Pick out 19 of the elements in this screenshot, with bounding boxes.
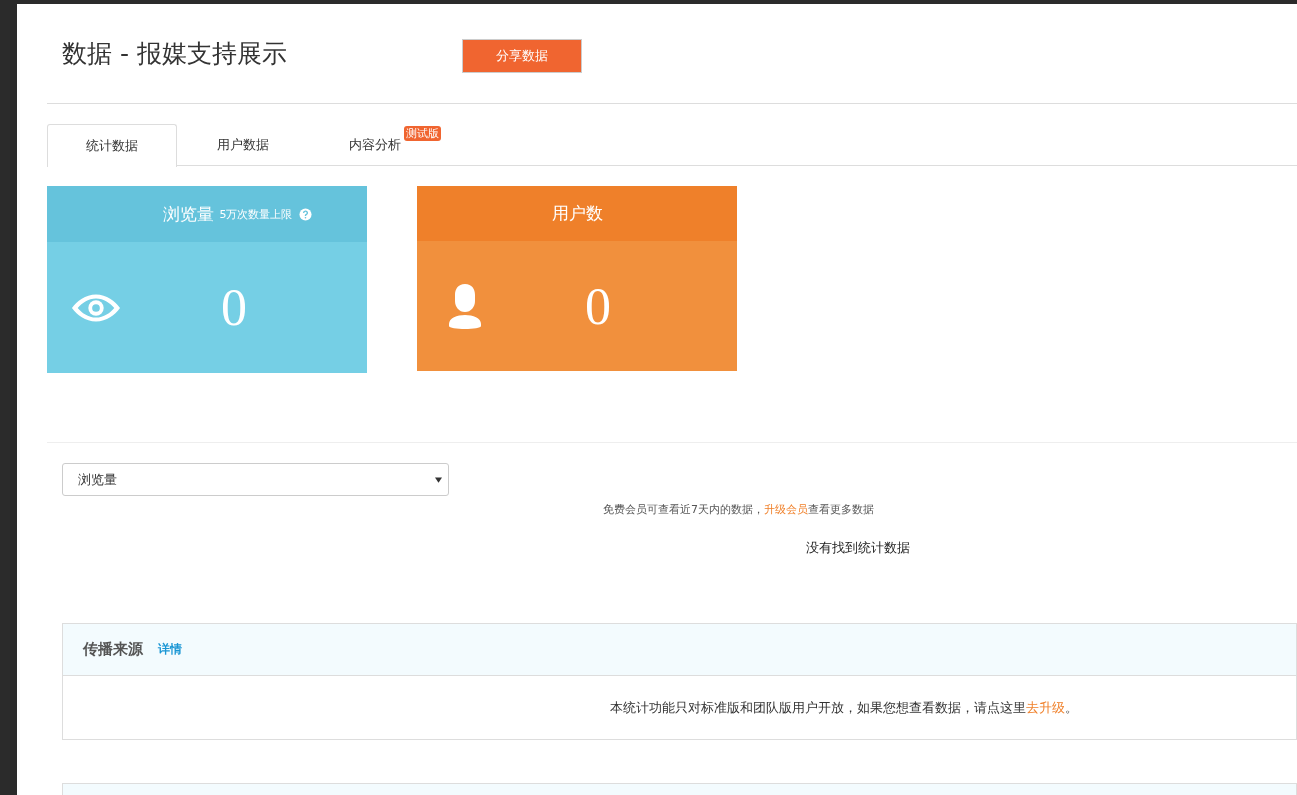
caret-icon xyxy=(435,476,442,483)
limit-note: 5万次数量上限 xyxy=(219,206,293,222)
stat-value: 0 xyxy=(221,278,247,337)
stat-value: 0 xyxy=(585,276,611,336)
tab[interactable]: 用户数据 xyxy=(177,124,309,165)
panel-title: 传播来源 xyxy=(83,640,143,659)
beta-badge: 测试版 xyxy=(404,126,441,141)
tab[interactable]: 内容分析 测试版 xyxy=(309,124,441,165)
eye-icon xyxy=(71,292,121,323)
help-icon[interactable] xyxy=(298,207,312,221)
page-title: 数据 - 报媒支持展示 xyxy=(62,38,288,70)
upgrade-notice: 免费会员可查看近7天内的数据，升级会员查看更多数据 xyxy=(603,502,875,517)
card-title: 浏览量 xyxy=(162,202,214,226)
metric-select[interactable]: 浏览量 xyxy=(62,463,449,496)
upgrade-message: 本统计功能只对标准版和团队版用户开放，如果您想查看数据，请点这里去升级。 xyxy=(610,698,1078,717)
empty-message: 没有找到统计数据 xyxy=(806,539,911,557)
user-icon xyxy=(447,282,483,330)
tab[interactable]: 统计数据 xyxy=(47,124,177,167)
card-title: 用户数 xyxy=(551,202,603,225)
